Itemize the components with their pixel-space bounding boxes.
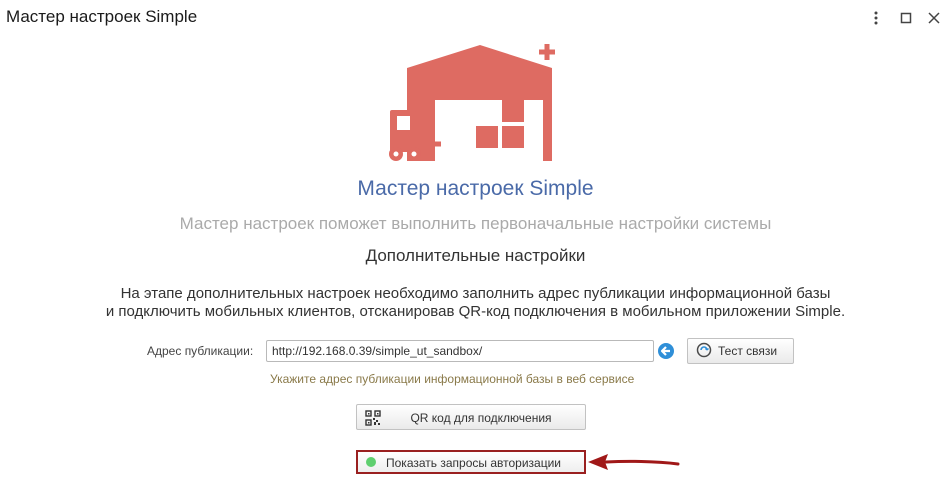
publication-address-label: Адрес публикации: [147,344,254,358]
publication-address-input[interactable] [266,340,654,362]
test-connection-label: Тест связи [718,344,778,358]
warehouse-logo [385,40,557,164]
window-title: Мастер настроек Simple [6,7,198,26]
wizard-subtitle: Мастер настроек поможет выполнить первон… [179,214,772,233]
maximize-icon[interactable] [896,9,916,27]
window-titlebar: Мастер настроек Simple [0,0,951,36]
test-connection-button[interactable]: Тест связи [687,338,794,364]
step-description: На этапе дополнительных настроек необход… [0,285,951,321]
show-auth-requests-label: Показать запросы авторизации [386,456,561,470]
more-icon[interactable] [866,9,886,27]
pointer-arrow [586,450,682,474]
description-line-1: На этапе дополнительных настроек необход… [120,285,831,302]
description-line-2: и подключить мобильных клиентов, отскани… [105,303,846,320]
step-title: Дополнительные настройки [365,246,586,265]
show-auth-requests-button[interactable]: Показать запросы авторизации [356,450,586,474]
connection-test-icon [696,342,712,361]
status-dot-icon [366,457,376,467]
wizard-title: Мастер настроек Simple [357,177,594,200]
qr-code-button[interactable]: QR код для подключения [356,404,586,430]
go-arrow-icon[interactable] [656,341,676,361]
qr-code-button-label: QR код для подключения [410,411,552,425]
publication-hint: Укажите адрес публикации информационной … [270,372,635,386]
close-icon[interactable] [924,9,944,27]
